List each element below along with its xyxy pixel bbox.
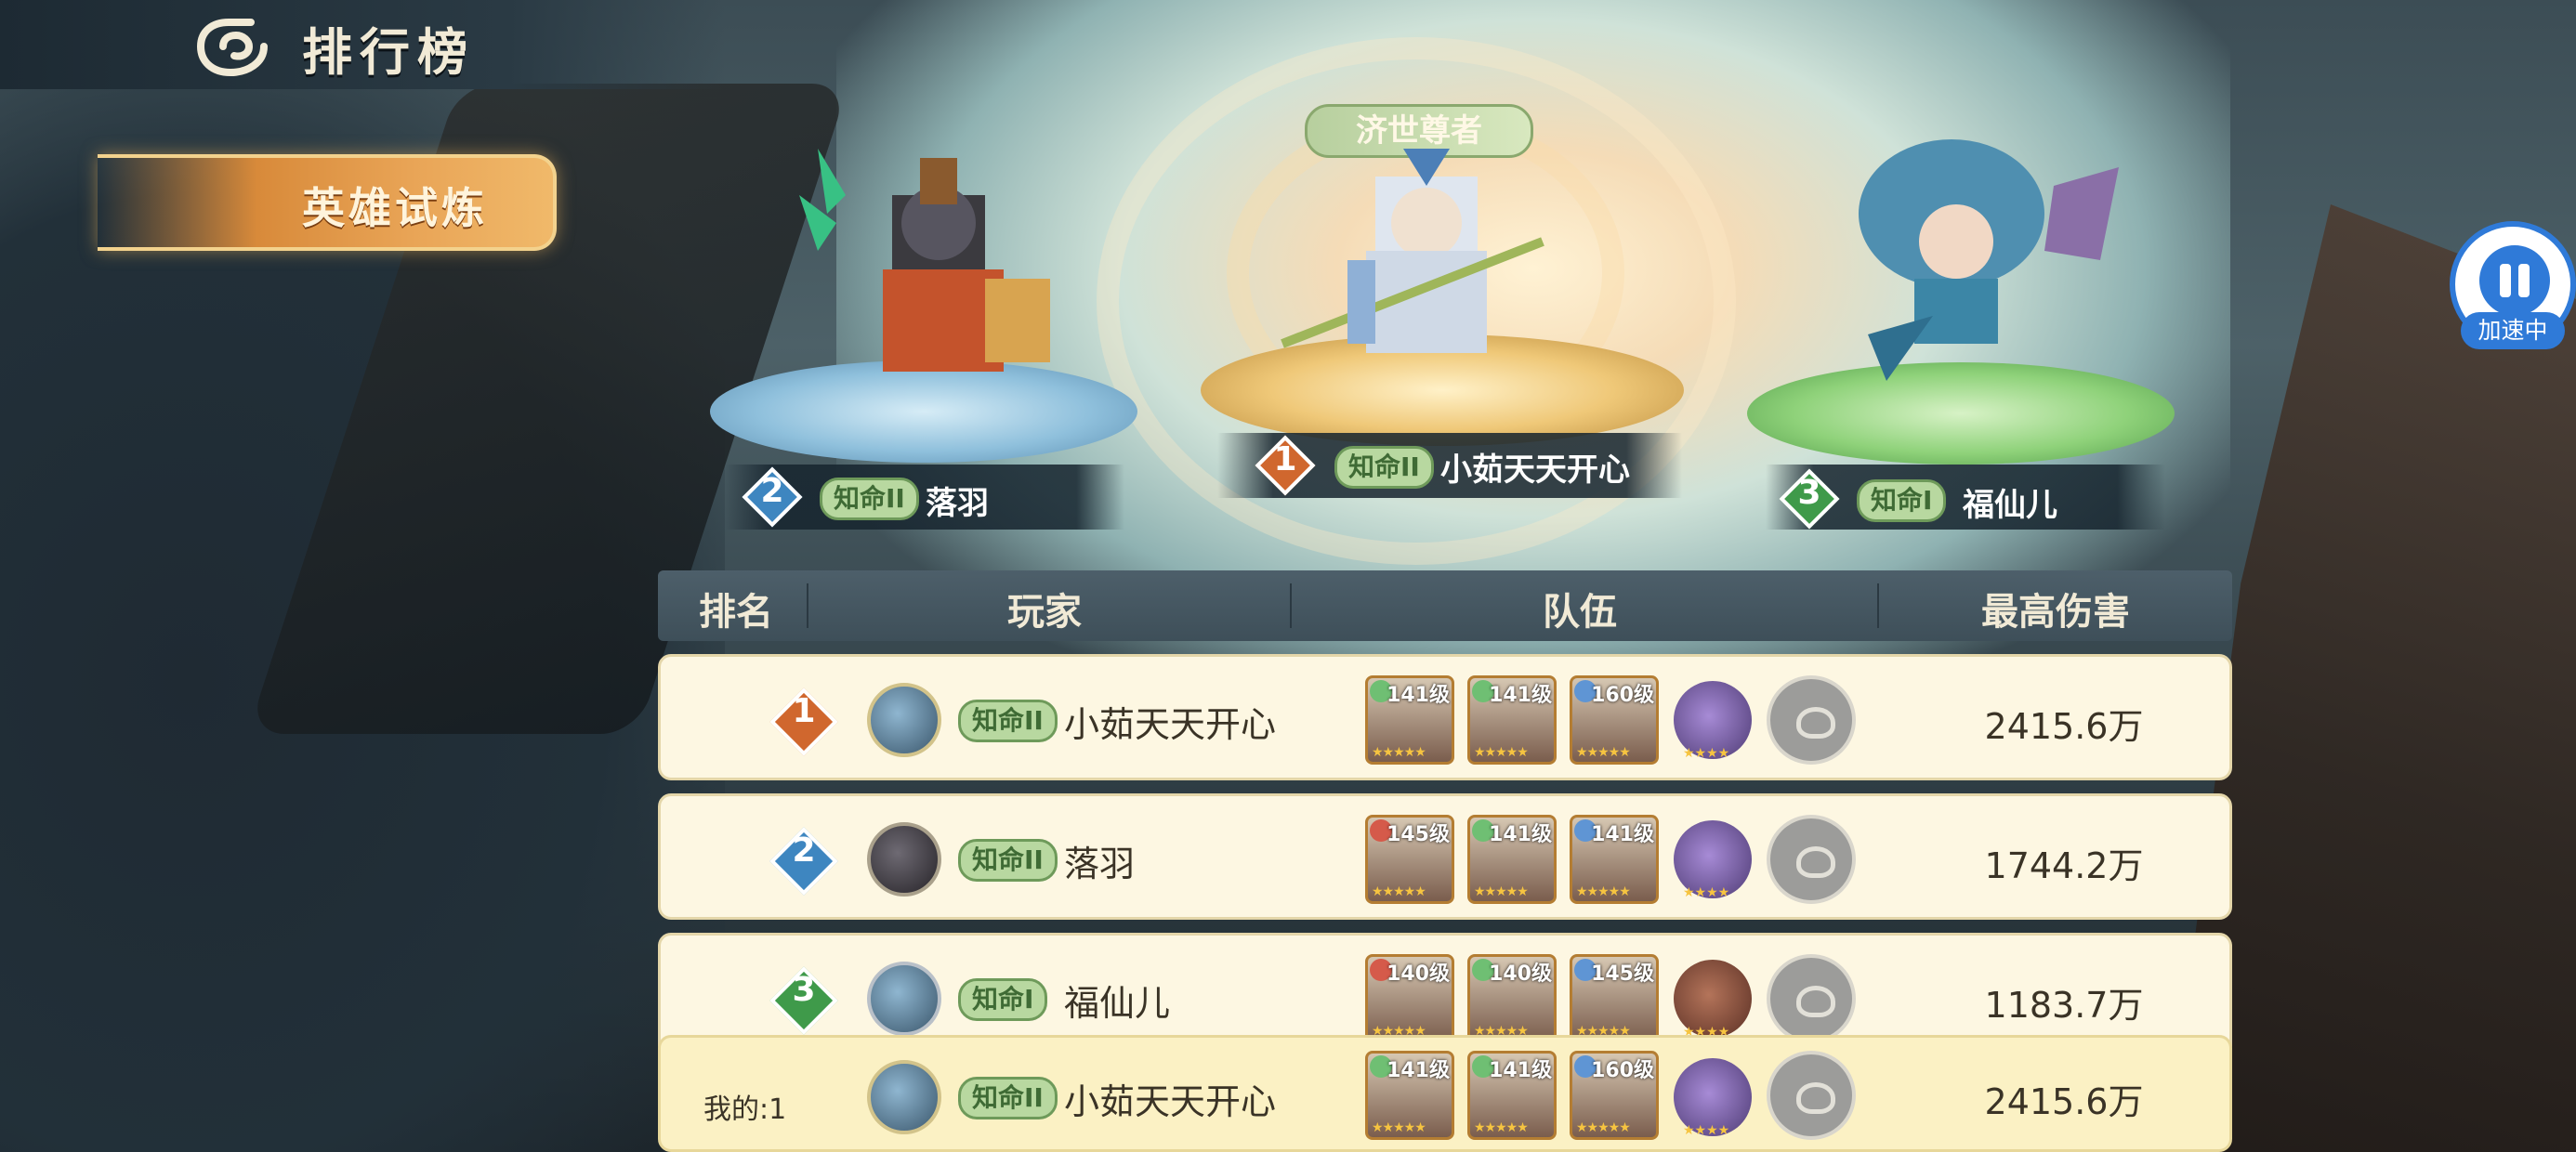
hero-unit[interactable]: 141级 ★★★★★ — [1365, 1051, 1454, 1140]
title-badge: 知命II — [958, 839, 1058, 882]
column-rank: 排名 — [699, 591, 773, 634]
hero-level: 141级 — [1387, 684, 1450, 707]
star-rating: ★★★★★ — [1474, 884, 1529, 899]
hero-figure-first — [1264, 139, 1580, 372]
hero-level: 140级 — [1387, 962, 1450, 986]
player-name: 小茹天天开心 — [1064, 704, 1277, 745]
star-rating: ★★★★★ — [1474, 745, 1529, 760]
column-divider — [807, 583, 808, 628]
player-name: 小茹天天开心 — [1064, 1081, 1277, 1122]
hero-unit[interactable]: 160级 ★★★★★ — [1570, 675, 1659, 765]
hero-level: 141级 — [1489, 684, 1552, 707]
pet-slot-icon[interactable] — [1767, 815, 1856, 904]
player-name: 福仙儿 — [1064, 983, 1171, 1024]
hero-unit[interactable]: 140级 ★★★★★ — [1467, 954, 1557, 1043]
hero-level: 145级 — [1591, 962, 1654, 986]
title-badge: 知命II — [1334, 446, 1434, 489]
max-damage: 2415.6万 — [1984, 1081, 2144, 1122]
mode-tab-label: 英雄试炼 — [302, 183, 488, 233]
table-row[interactable]: 1 知命II 小茹天天开心 141级 ★★★★★ 141级 ★★★★★ 160级 ★★… — [658, 654, 2232, 780]
max-damage: 1183.7万 — [1984, 985, 2144, 1026]
column-divider — [1290, 583, 1292, 628]
hero-unit[interactable]: 140级 ★★★★★ — [1365, 954, 1454, 1043]
podium-rank-second: 2 — [760, 472, 784, 510]
hero-figure-third — [1812, 130, 2156, 390]
podium-rank-first: 1 — [1273, 440, 1297, 478]
row-rank: 3 — [792, 971, 816, 1009]
avatar[interactable] — [867, 1060, 941, 1134]
back-icon[interactable] — [195, 17, 269, 77]
star-rating: ★★★★★ — [1372, 745, 1426, 760]
pet-slot-icon[interactable] — [1767, 1051, 1856, 1140]
max-damage: 2415.6万 — [1984, 706, 2144, 747]
column-player: 玩家 — [1007, 591, 1082, 634]
hero-unit[interactable]: 141级 ★★★★★ — [1467, 675, 1557, 765]
title-badge: 知命I — [958, 978, 1048, 1021]
hero-unit[interactable]: 141级 ★★★★★ — [1467, 1051, 1557, 1140]
hero-figure-second — [799, 139, 1069, 399]
hero-level: 145级 — [1387, 823, 1450, 846]
my-rank-label: 我的:1 — [703, 1093, 787, 1126]
speed-label: 加速中 — [2461, 312, 2565, 349]
podium-rank-third: 3 — [1797, 474, 1821, 512]
column-team: 队伍 — [1543, 591, 1617, 634]
star-rating: ★★★★★ — [1576, 745, 1631, 760]
mode-tab-hero-trial[interactable]: 英雄试炼 — [98, 154, 557, 251]
hero-level: 140级 — [1489, 962, 1552, 986]
treasure-chest-icon[interactable]: ★★★★ — [1674, 960, 1752, 1040]
row-rank: 2 — [792, 831, 816, 870]
podium-name-first: 小茹天天开心 — [1440, 452, 1630, 489]
column-max-damage: 最高伤害 — [1981, 591, 2130, 634]
hero-unit[interactable]: 145级 ★★★★★ — [1365, 815, 1454, 904]
hero-level: 160级 — [1591, 1059, 1654, 1082]
title-badge: 知命I — [1857, 479, 1947, 522]
table-row[interactable]: 2 知命II 落羽 145级 ★★★★★ 141级 ★★★★★ 141级 ★★★★★ … — [658, 793, 2232, 920]
weapon-icon[interactable]: ★★★★ — [1674, 820, 1752, 900]
hero-level: 141级 — [1489, 1059, 1552, 1082]
my-rank-row[interactable]: 我的:1 知命II 小茹天天开心 141级 ★★★★★ 141级 ★★★★★ 160… — [658, 1035, 2232, 1152]
hero-unit[interactable]: 145级 ★★★★★ — [1570, 954, 1659, 1043]
hero-level: 141级 — [1489, 823, 1552, 846]
weapon-icon[interactable]: ★★★★ — [1674, 1058, 1752, 1138]
hero-unit[interactable]: 160级 ★★★★★ — [1570, 1051, 1659, 1140]
hero-unit[interactable]: 141级 ★★★★★ — [1365, 675, 1454, 765]
star-rating: ★★★★★ — [1576, 1120, 1631, 1135]
hero-unit[interactable]: 141级 ★★★★★ — [1570, 815, 1659, 904]
weapon-icon[interactable]: ★★★★ — [1674, 681, 1752, 761]
player-name: 落羽 — [1064, 844, 1136, 884]
title-badge: 知命II — [958, 1077, 1058, 1119]
page-title: 排行榜 — [302, 22, 475, 82]
hero-level: 160级 — [1591, 684, 1654, 707]
title-badge: 知命II — [820, 478, 919, 520]
avatar[interactable] — [867, 683, 941, 757]
star-rating: ★★★★★ — [1372, 1120, 1426, 1135]
star-rating: ★★★★★ — [1576, 884, 1631, 899]
star-rating: ★★★★★ — [1372, 884, 1426, 899]
column-divider — [1877, 583, 1879, 628]
row-rank: 1 — [792, 692, 816, 730]
hero-unit[interactable]: 141级 ★★★★★ — [1467, 815, 1557, 904]
star-rating: ★★★★★ — [1474, 1120, 1529, 1135]
title-badge: 知命II — [958, 700, 1058, 742]
table-header: 排名 玩家 队伍 最高伤害 — [658, 570, 2232, 641]
avatar[interactable] — [867, 962, 941, 1036]
podium-name-second: 落羽 — [926, 485, 989, 522]
pause-icon — [2479, 245, 2550, 316]
podium-name-third: 福仙儿 — [1963, 487, 2057, 524]
max-damage: 1744.2万 — [1984, 845, 2144, 886]
avatar[interactable] — [867, 822, 941, 897]
hero-level: 141级 — [1591, 823, 1654, 846]
pet-slot-icon[interactable] — [1767, 675, 1856, 765]
hero-level: 141级 — [1387, 1059, 1450, 1082]
pet-slot-icon[interactable] — [1767, 954, 1856, 1043]
